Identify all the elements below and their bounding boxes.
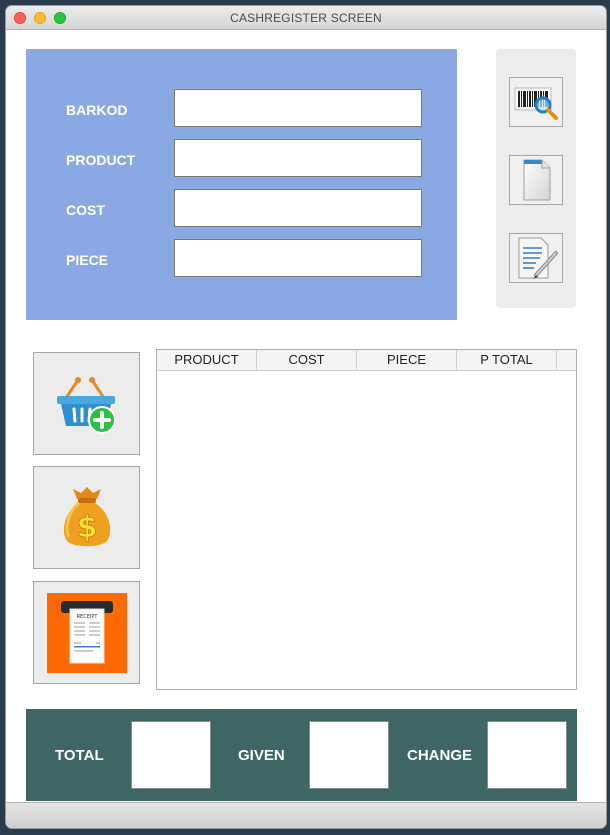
product-input[interactable] <box>174 139 422 177</box>
total-value-field[interactable] <box>131 721 211 789</box>
column-header-p-total[interactable]: P TOTAL <box>457 350 557 370</box>
tool-panel <box>496 49 576 308</box>
money-bag-icon: $ <box>63 486 110 546</box>
document-edit-icon <box>518 237 558 279</box>
receipt-printer-icon: RECEIPT <box>46 592 127 673</box>
column-header-product[interactable]: PRODUCT <box>157 350 257 370</box>
table-header: PRODUCT COST PIECE P TOTAL <box>157 350 576 371</box>
status-bar <box>6 802 606 828</box>
cost-input[interactable] <box>174 189 422 227</box>
barkod-label: BARKOD <box>66 102 128 118</box>
svg-text:$: $ <box>76 510 97 545</box>
change-label: CHANGE <box>407 747 473 764</box>
product-label: PRODUCT <box>66 152 136 168</box>
blank-document-icon <box>523 159 551 201</box>
title-bar: CASHREGISTER SCREEN <box>6 6 606 30</box>
add-to-basket-button[interactable] <box>33 352 140 455</box>
totals-panel: TOTAL GIVEN CHANGE <box>26 709 577 801</box>
new-document-button[interactable] <box>509 155 563 205</box>
edit-document-button[interactable] <box>509 233 563 283</box>
print-receipt-button[interactable]: RECEIPT <box>33 581 140 684</box>
piece-label: PIECE <box>66 252 109 268</box>
column-header-cost[interactable]: COST <box>257 350 357 370</box>
product-form-panel: BARKOD PRODUCT COST PIECE <box>26 49 457 320</box>
product-table[interactable]: PRODUCT COST PIECE P TOTAL <box>156 349 577 690</box>
barkod-input[interactable] <box>174 89 422 127</box>
payment-button[interactable]: $ <box>33 466 140 569</box>
piece-input[interactable] <box>174 239 422 277</box>
app-window: CASHREGISTER SCREEN BARKOD PRODUCT COST … <box>6 6 606 828</box>
given-label: GIVEN <box>238 747 285 764</box>
window-title: CASHREGISTER SCREEN <box>230 11 382 25</box>
barcode-search-icon <box>514 87 558 120</box>
change-value-field[interactable] <box>487 721 567 789</box>
cost-label: COST <box>66 202 105 218</box>
total-label: TOTAL <box>55 747 104 764</box>
receipt-text: RECEIPT <box>76 614 98 620</box>
basket-add-icon <box>56 376 116 434</box>
column-header-piece[interactable]: PIECE <box>357 350 457 370</box>
barcode-search-button[interactable] <box>509 77 563 127</box>
given-value-field[interactable] <box>309 721 389 789</box>
